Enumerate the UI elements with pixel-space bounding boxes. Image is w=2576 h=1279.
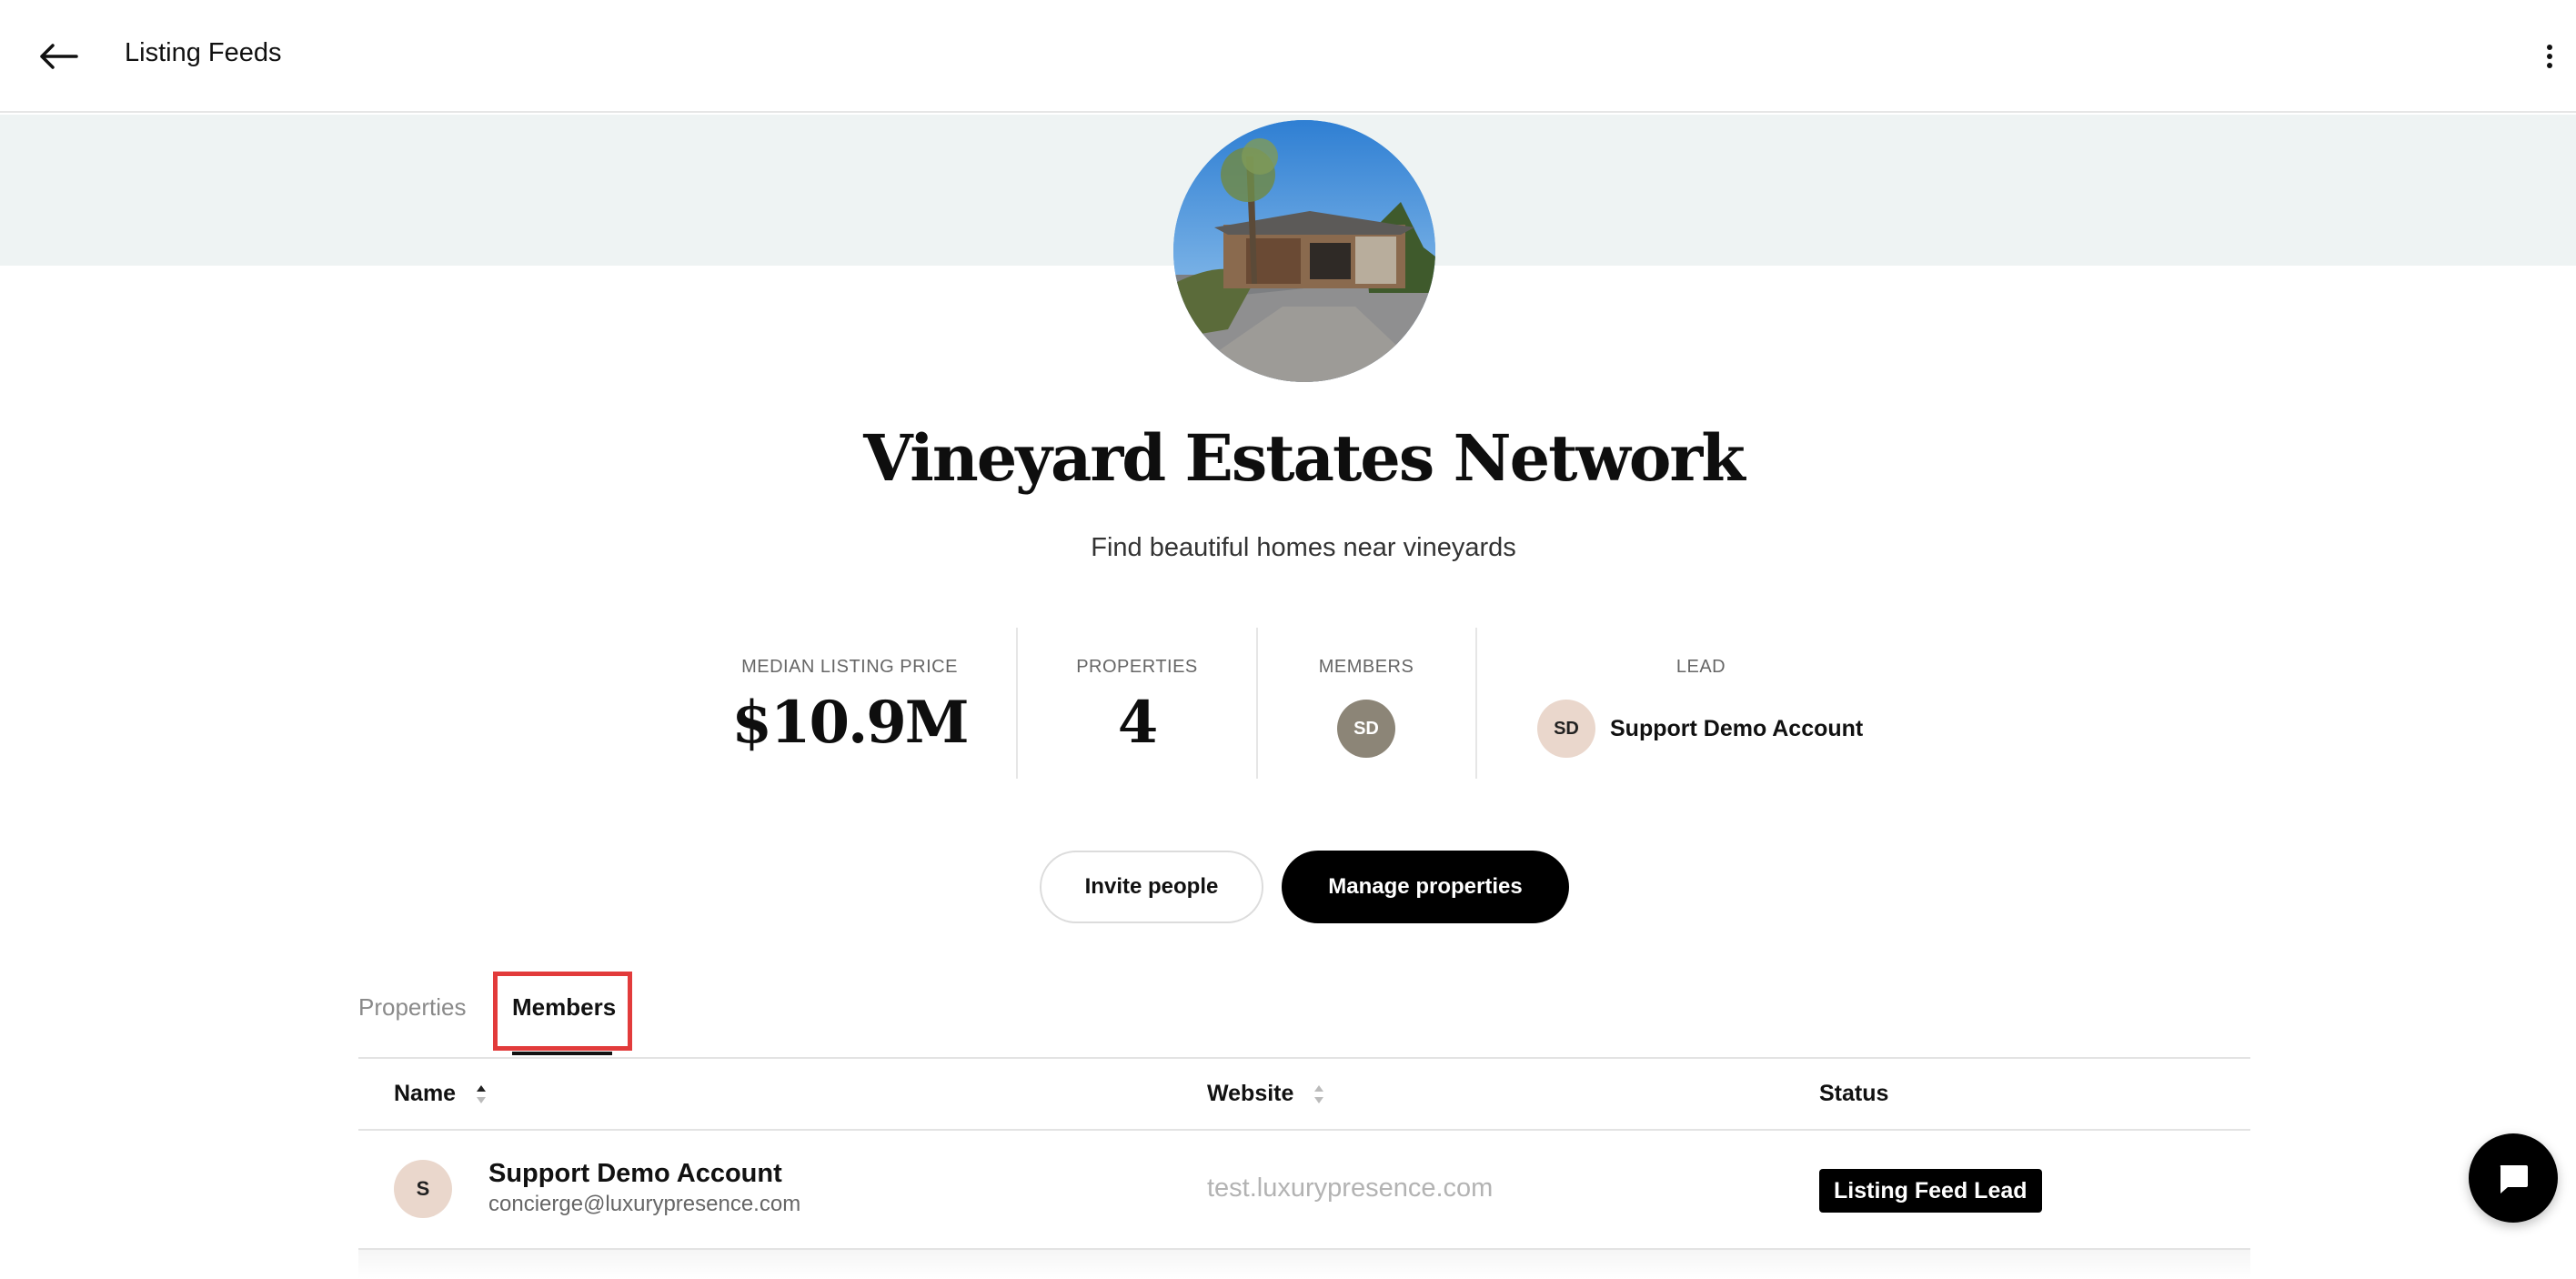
- status-column-header: Status: [1819, 1081, 1888, 1107]
- table-divider: [358, 1129, 2250, 1131]
- sort-icon[interactable]: [476, 1084, 487, 1104]
- median-price-value: $10.9M: [731, 689, 969, 757]
- website-column-header[interactable]: Website: [1207, 1081, 1324, 1107]
- active-tab-indicator: [512, 1052, 612, 1055]
- back-button[interactable]: [33, 31, 84, 82]
- website-column-label: Website: [1207, 1081, 1294, 1106]
- name-column-label: Name: [394, 1081, 457, 1106]
- manage-properties-button[interactable]: Manage properties: [1282, 851, 1569, 923]
- name-column-header[interactable]: Name: [394, 1081, 487, 1107]
- members-stat: MEMBERS SD: [1292, 628, 1441, 779]
- lead-avatar[interactable]: SD: [1537, 700, 1595, 758]
- more-options-button[interactable]: [2536, 36, 2563, 76]
- stat-divider: [1256, 628, 1258, 779]
- member-website[interactable]: test.luxurypresence.com: [1207, 1173, 1493, 1203]
- lead-name: Support Demo Account: [1610, 715, 1864, 741]
- chat-bubble-icon: [2500, 1165, 2528, 1193]
- invite-people-button[interactable]: Invite people: [1040, 851, 1263, 923]
- lead-label: LEAD: [1675, 657, 1726, 677]
- median-price-stat: MEDIAN LISTING PRICE $10.9M: [728, 628, 971, 779]
- page-title: Listing Feeds: [125, 38, 282, 67]
- feed-cover-image: [1173, 120, 1435, 382]
- top-bar: Listing Feeds: [0, 0, 2576, 113]
- member-email: concierge@luxurypresence.com: [488, 1192, 801, 1216]
- tab-properties[interactable]: Properties: [358, 993, 467, 1022]
- feed-subtitle: Find beautiful homes near vineyards: [1091, 533, 1516, 562]
- median-price-label: MEDIAN LISTING PRICE: [741, 657, 958, 677]
- table-divider: [358, 1057, 2250, 1059]
- lead-stat: LEAD SD Support Demo Account: [1537, 628, 1865, 779]
- feed-title: Vineyard Estates Network: [863, 420, 1746, 496]
- scroll-fade: [358, 1250, 2250, 1279]
- properties-label: PROPERTIES: [1076, 657, 1198, 677]
- member-avatar[interactable]: SD: [1337, 700, 1395, 758]
- status-badge: Listing Feed Lead: [1819, 1169, 2042, 1213]
- stat-divider: [1475, 628, 1477, 779]
- properties-value: 4: [1117, 689, 1159, 757]
- kebab-menu-icon: [2547, 45, 2552, 68]
- member-name: Support Demo Account: [488, 1159, 782, 1188]
- arrow-left-icon: [40, 44, 78, 69]
- properties-stat: PROPERTIES 4: [1055, 628, 1219, 779]
- chat-button[interactable]: [2469, 1133, 2558, 1223]
- members-label: MEMBERS: [1318, 657, 1414, 677]
- sort-icon[interactable]: [1313, 1084, 1324, 1104]
- status-column-label: Status: [1819, 1081, 1889, 1106]
- stat-divider: [1016, 628, 1018, 779]
- members-tab-highlight: [493, 972, 632, 1051]
- avatar: S: [394, 1160, 452, 1218]
